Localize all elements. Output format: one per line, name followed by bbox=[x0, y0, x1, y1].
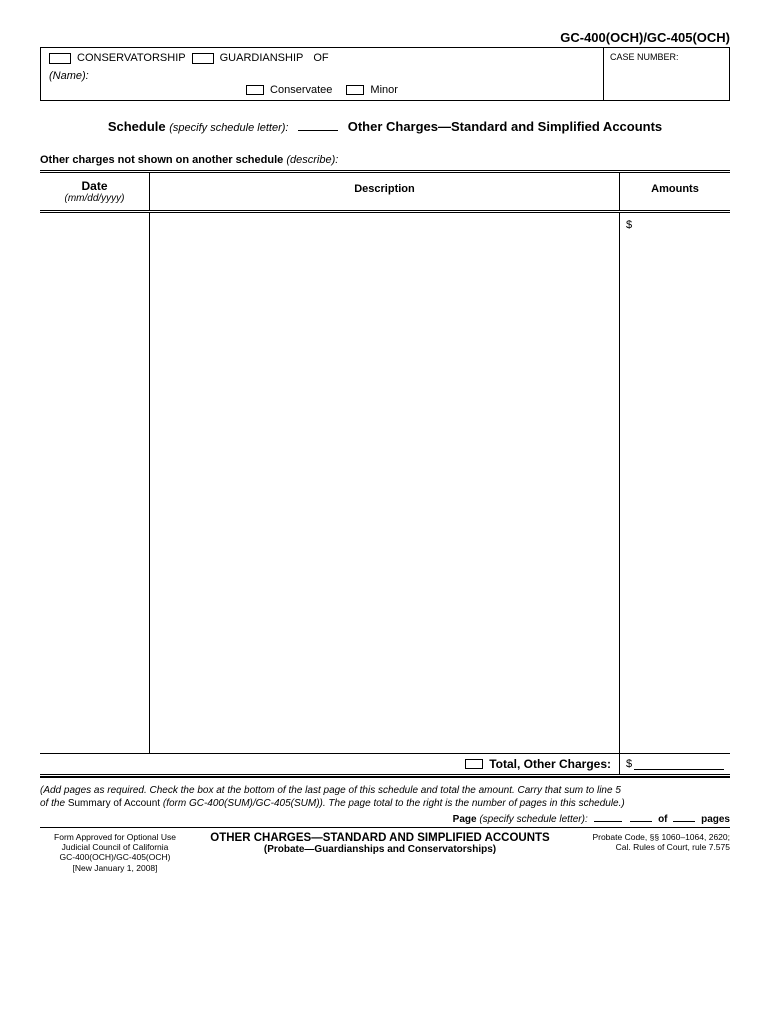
page-specify: (specify schedule letter): bbox=[479, 814, 587, 825]
case-number-label: CASE NUMBER: bbox=[610, 52, 679, 62]
schedule-letter-blank[interactable] bbox=[298, 130, 338, 131]
total-label: Total, Other Charges: bbox=[489, 757, 611, 771]
conservatorship-label: CONSERVATORSHIP bbox=[77, 52, 186, 64]
guardianship-checkbox[interactable] bbox=[192, 53, 214, 64]
footer-right: Probate Code, §§ 1060–1064, 2620; Cal. R… bbox=[570, 832, 730, 852]
footer-right2: Cal. Rules of Court, rule 7.575 bbox=[570, 842, 730, 852]
instruction-note: (Add pages as required. Check the box at… bbox=[40, 784, 730, 810]
page-total-blank[interactable] bbox=[673, 821, 695, 822]
footer-right1: Probate Code, §§ 1060–1064, 2620; bbox=[570, 832, 730, 842]
minor-label: Minor bbox=[370, 84, 398, 96]
form-code: GC-400(OCH)/GC-405(OCH) bbox=[40, 30, 730, 45]
dollar-sign: $ bbox=[626, 219, 632, 231]
guardianship-label: GUARDIANSHIP bbox=[220, 52, 304, 64]
page-label: Page bbox=[453, 814, 477, 825]
conservatee-checkbox[interactable] bbox=[246, 85, 264, 95]
note-line1: (Add pages as required. Check the box at… bbox=[40, 784, 730, 797]
col-description-header: Description bbox=[150, 173, 620, 210]
page-letter-blank[interactable] bbox=[594, 821, 622, 822]
subhead-describe: (describe): bbox=[286, 154, 338, 166]
note-line2b: Summary of Account bbox=[68, 798, 163, 809]
minor-checkbox[interactable] bbox=[346, 85, 364, 95]
col-amounts-header: Amounts bbox=[620, 173, 730, 210]
person-type-row: Conservatee Minor bbox=[49, 84, 595, 96]
subhead-main: Other charges not shown on another sched… bbox=[40, 154, 283, 166]
footer-title2: (Probate—Guardianships and Conservatorsh… bbox=[190, 844, 570, 855]
title-other-charges: Other Charges—Standard and Simplified Ac… bbox=[348, 119, 662, 134]
footer-mid: OTHER CHARGES—STANDARD AND SIMPLIFIED AC… bbox=[190, 832, 570, 855]
total-checkbox[interactable] bbox=[465, 759, 483, 769]
date-heading: Date bbox=[44, 179, 145, 193]
date-column[interactable] bbox=[40, 213, 150, 753]
schedule-label: Schedule bbox=[108, 119, 166, 134]
schedule-specify: (specify schedule letter): bbox=[169, 122, 288, 134]
case-type-row: CONSERVATORSHIP GUARDIANSHIP OF bbox=[49, 52, 595, 64]
col-date-header: Date (mm/dd/yyyy) bbox=[40, 173, 150, 210]
page-num-blank[interactable] bbox=[630, 821, 652, 822]
note-line2c: (form GC-400(SUM)/GC-405(SUM)). The page… bbox=[163, 798, 625, 809]
header-box: CONSERVATORSHIP GUARDIANSHIP OF (Name): … bbox=[40, 47, 730, 101]
table-header: Date (mm/dd/yyyy) Description Amounts bbox=[40, 173, 730, 213]
page-of: of bbox=[658, 814, 667, 825]
subheading: Other charges not shown on another sched… bbox=[40, 154, 730, 166]
conservatorship-checkbox[interactable] bbox=[49, 53, 71, 64]
footer: Form Approved for Optional Use Judicial … bbox=[40, 832, 730, 873]
conservatee-label: Conservatee bbox=[270, 84, 332, 96]
page-pages: pages bbox=[701, 814, 730, 825]
date-format: (mm/dd/yyyy) bbox=[44, 193, 145, 204]
amounts-column[interactable]: $ bbox=[620, 213, 730, 753]
header-left: CONSERVATORSHIP GUARDIANSHIP OF (Name): … bbox=[41, 48, 604, 100]
total-amount-line[interactable] bbox=[634, 758, 724, 770]
footer-left: Form Approved for Optional Use Judicial … bbox=[40, 832, 190, 873]
total-dollar: $ bbox=[626, 758, 632, 770]
of-label: OF bbox=[313, 52, 328, 64]
footer-left1: Form Approved for Optional Use bbox=[40, 832, 190, 842]
total-row: Total, Other Charges: $ bbox=[40, 753, 730, 777]
charges-table: Date (mm/dd/yyyy) Description Amounts $ … bbox=[40, 170, 730, 778]
note-line2a: of the bbox=[40, 798, 68, 809]
footer-left4: [New January 1, 2008] bbox=[40, 863, 190, 873]
total-label-cell: Total, Other Charges: bbox=[40, 754, 620, 774]
name-label: (Name): bbox=[49, 70, 89, 82]
footer-left2: Judicial Council of California bbox=[40, 842, 190, 852]
footer-left3: GC-400(OCH)/GC-405(OCH) bbox=[40, 852, 190, 862]
name-row: (Name): bbox=[49, 70, 595, 82]
footer-title1: OTHER CHARGES—STANDARD AND SIMPLIFIED AC… bbox=[190, 832, 570, 844]
description-column[interactable] bbox=[150, 213, 620, 753]
case-number-box: CASE NUMBER: bbox=[604, 48, 729, 100]
page-row: Page (specify schedule letter): of pages bbox=[40, 814, 730, 828]
total-amount-cell: $ bbox=[620, 758, 730, 770]
table-body: $ bbox=[40, 213, 730, 753]
title-row: Schedule (specify schedule letter): Othe… bbox=[40, 119, 730, 134]
